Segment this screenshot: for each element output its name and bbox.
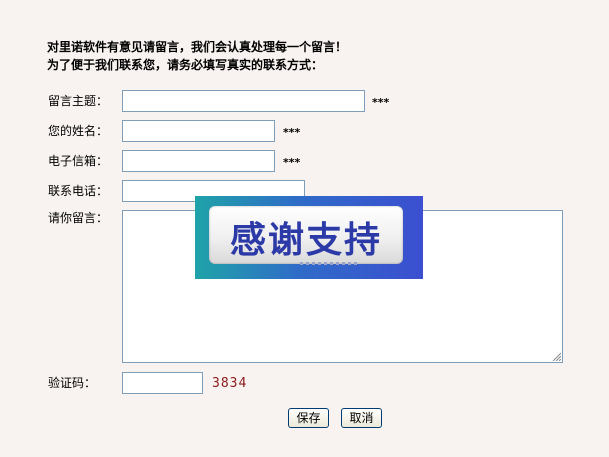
intro-line-2: 为了便于我们联系您，请务必填写真实的联系方式： [47, 58, 324, 72]
captcha-field-box [122, 372, 203, 394]
message-label: 请你留言： [48, 211, 109, 225]
email-required-mark: *** [283, 156, 301, 169]
name-label: 您的姓名： [48, 124, 109, 138]
name-required-mark: *** [283, 126, 301, 139]
name-field-box [122, 120, 275, 142]
banner-plate: 感谢支持 [209, 206, 403, 264]
cancel-button[interactable]: 取消 [341, 408, 382, 428]
phone-label: 联系电话： [48, 184, 109, 198]
resize-grip-icon[interactable] [551, 351, 561, 361]
banner-dots [300, 262, 360, 265]
intro-line-1: 对里诺软件有意见请留言，我们会认真处理每一个留言！ [47, 40, 348, 54]
banner-text: 感谢支持 [229, 220, 382, 261]
email-input[interactable] [123, 152, 274, 172]
subject-label: 留言主题： [48, 94, 109, 108]
captcha-input[interactable] [123, 374, 202, 394]
thank-you-banner: 感谢支持 [195, 196, 423, 279]
subject-required-mark: *** [372, 96, 390, 109]
email-field-box [122, 150, 275, 172]
email-label: 电子信箱： [48, 154, 109, 168]
intro-text: 对里诺软件有意见请留言，我们会认真处理每一个留言！ 为了便于我们联系您，请务必填… [47, 38, 347, 74]
subject-field-box [122, 90, 365, 112]
subject-input[interactable] [123, 92, 364, 112]
save-button[interactable]: 保存 [288, 408, 329, 428]
captcha-code: 3834 [212, 376, 248, 391]
name-input[interactable] [123, 122, 274, 142]
captcha-label: 验证码： [48, 376, 97, 390]
